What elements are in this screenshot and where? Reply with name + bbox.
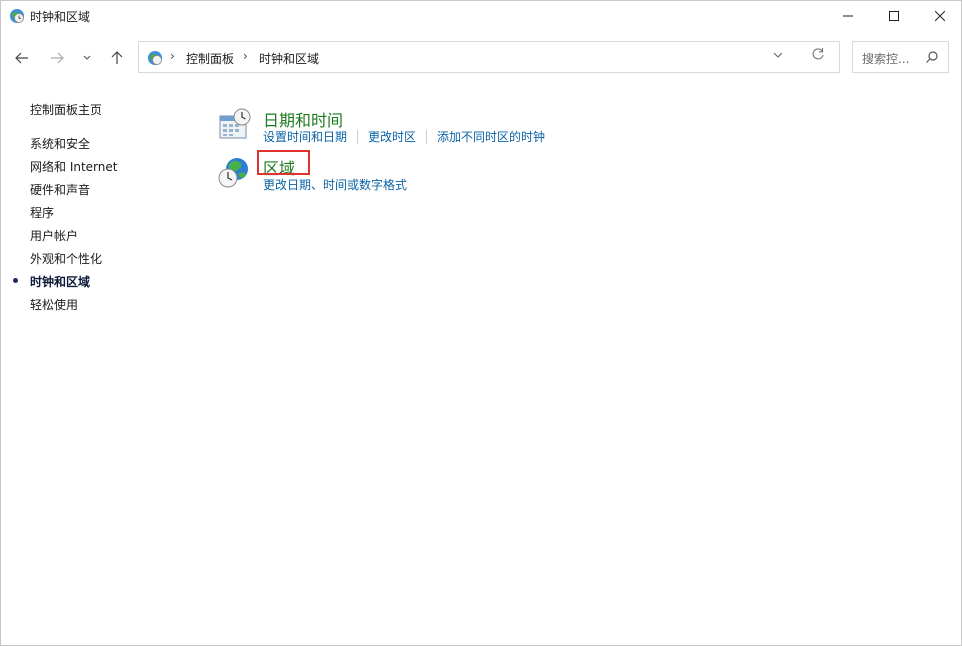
up-button[interactable]: [106, 47, 128, 69]
breadcrumb-separator-icon: ›: [243, 49, 248, 63]
address-dropdown-button[interactable]: [773, 49, 783, 62]
sidebar-item-ease-of-access: 轻松使用: [30, 298, 79, 312]
sidebar-item-user-accounts[interactable]: 用户帐户: [30, 227, 78, 244]
minimize-button[interactable]: [825, 1, 871, 31]
current-item-bullet-icon: [13, 278, 18, 283]
sidebar-item-system-security[interactable]: 系统和安全: [30, 135, 90, 152]
sidebar-item-appearance[interactable]: 外观和个性化: [30, 250, 102, 267]
arrow-up-icon: [111, 51, 123, 64]
control-panel-globe-icon: [148, 51, 162, 65]
maximize-button[interactable]: [871, 1, 917, 31]
search-placeholder: 搜索控...: [862, 52, 910, 66]
arrow-left-icon: [15, 52, 28, 64]
breadcrumb-separator-icon: ›: [170, 49, 175, 63]
globe-clock-icon: [218, 158, 248, 188]
search-input[interactable]: 搜索控...: [852, 41, 949, 73]
sidebar-item-label: 时钟和区域: [30, 275, 91, 289]
link-divider: [426, 129, 428, 144]
maximize-icon: [889, 11, 899, 21]
refresh-icon: [812, 48, 824, 60]
forward-button[interactable]: [46, 47, 68, 69]
region-links: 更改日期、时间或数字格式: [263, 176, 407, 193]
add-clocks-link[interactable]: 添加不同时区的时钟: [437, 128, 545, 145]
refresh-button[interactable]: [811, 47, 825, 65]
address-bar[interactable]: › 控制面板 › 时钟和区域: [138, 41, 840, 73]
sidebar-item-control-panel-home[interactable]: 控制面板主页: [30, 101, 102, 118]
minimize-icon: [843, 15, 853, 17]
close-button[interactable]: [917, 1, 962, 31]
calendar-clock-icon: [219, 108, 251, 139]
back-button[interactable]: [11, 47, 33, 69]
highlight-box: [257, 150, 310, 175]
search-icon[interactable]: [925, 50, 939, 64]
sidebar-item-network-internet[interactable]: 网络和 Internet: [30, 158, 117, 175]
title-bar: 时钟和区域: [1, 1, 961, 31]
navigation-bar: › 控制面板 › 时钟和区域 搜索控...: [1, 39, 961, 79]
arrow-right-icon: [51, 52, 64, 64]
sidebar-item-clock-region[interactable]: 时钟和区域: [13, 273, 91, 290]
chevron-down-icon: [773, 52, 783, 58]
close-icon: [935, 11, 945, 21]
sidebar-item-hardware-sound[interactable]: 硬件和声音: [30, 181, 90, 198]
change-time-zone-link[interactable]: 更改时区: [368, 128, 416, 145]
chevron-down-icon: [83, 55, 91, 60]
recent-locations-button[interactable]: [80, 47, 94, 69]
link-divider: [357, 129, 359, 144]
sidebar-item-programs[interactable]: 程序: [30, 204, 54, 221]
window-title: 时钟和区域: [30, 10, 91, 24]
breadcrumb-clock-region[interactable]: 时钟和区域: [259, 50, 319, 67]
breadcrumb-control-panel[interactable]: 控制面板: [186, 50, 234, 67]
set-time-date-link[interactable]: 设置时间和日期: [263, 128, 347, 145]
clock-region-app-icon: [10, 9, 24, 23]
change-formats-link[interactable]: 更改日期、时间或数字格式: [263, 176, 407, 193]
date-time-links: 设置时间和日期 更改时区 添加不同时区的时钟: [263, 128, 545, 145]
